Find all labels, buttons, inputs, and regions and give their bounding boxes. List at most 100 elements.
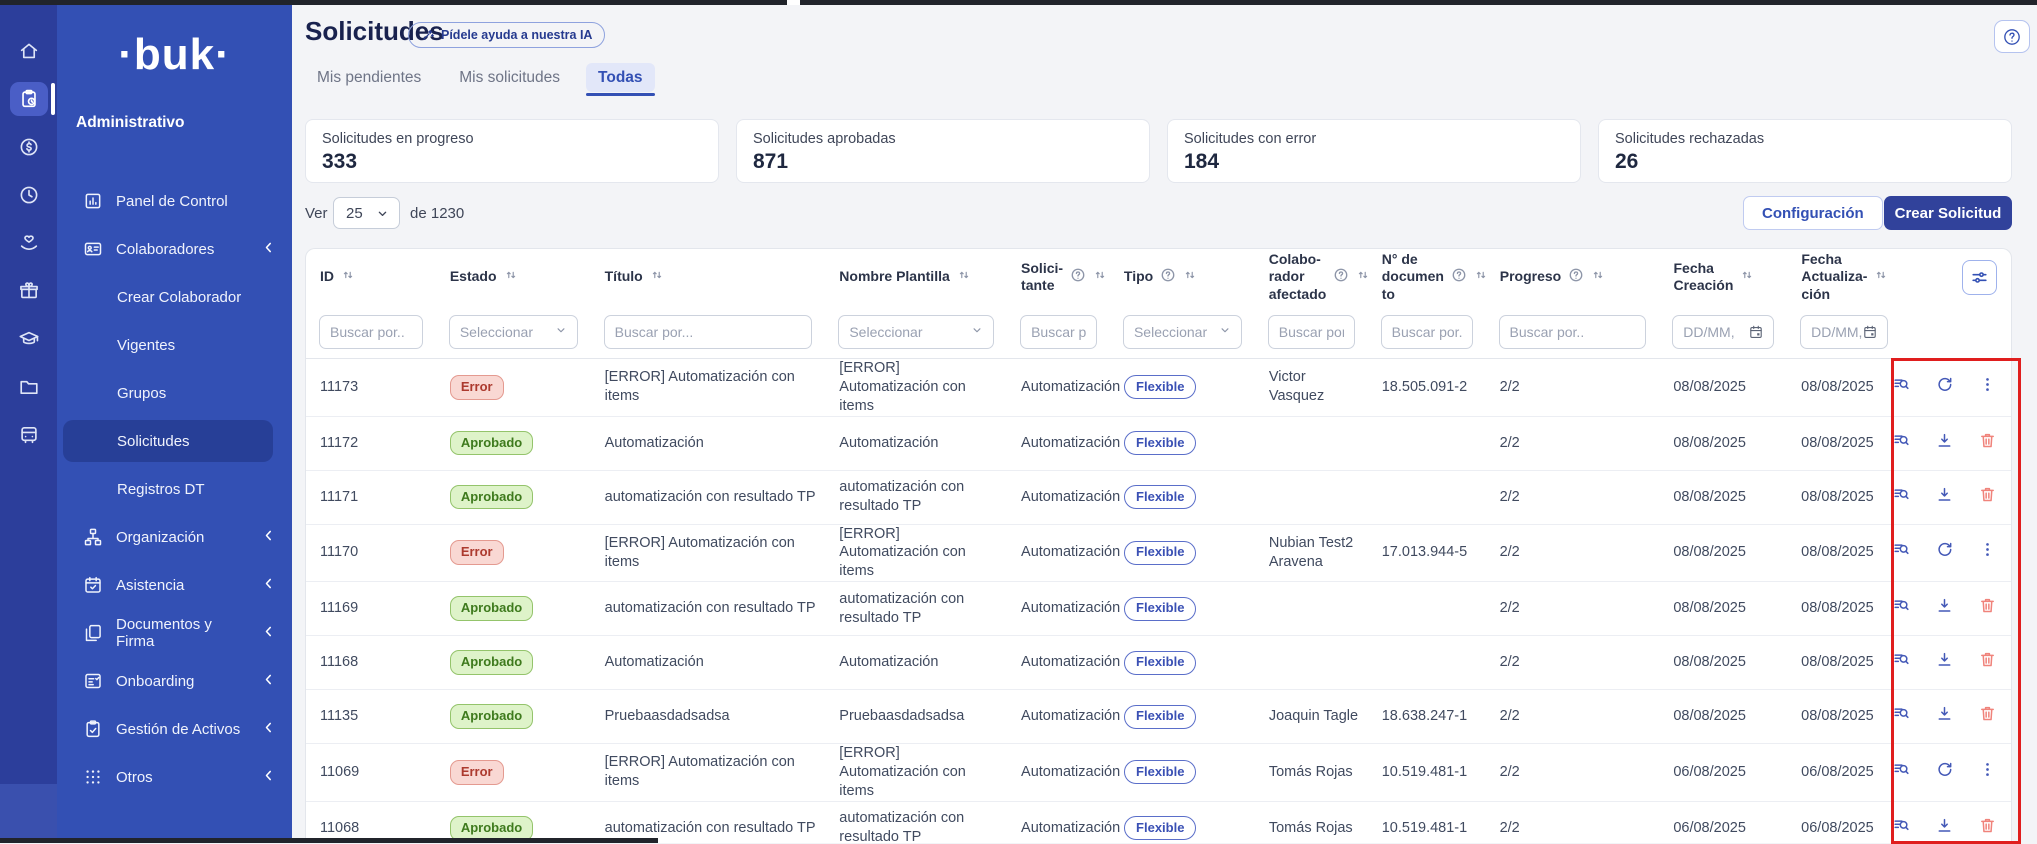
column-header-nombre-plantilla[interactable]: Nombre Plantilla [825,268,1007,286]
rail-item-gift[interactable] [10,274,48,308]
rail-item-home[interactable] [10,34,48,68]
column-header-solici-tante[interactable]: Solici- tante [1007,260,1110,294]
sort-icon[interactable] [650,268,664,282]
kebab-action-button[interactable] [1978,375,1997,400]
create-request-button[interactable]: Crear Solicitud [1884,196,2012,230]
rail-item-bus[interactable] [10,418,48,452]
tab-todas[interactable]: Todas [586,63,655,92]
sort-icon[interactable] [1093,268,1107,282]
filter-input-col-6[interactable] [1268,315,1355,349]
filter-select-col-3[interactable]: Seleccionar [838,315,994,349]
column-header-fecha-actualiza-ci-n[interactable]: Fecha Actualiza- ción [1787,251,1901,302]
sidebar-item-asistencia[interactable]: Asistencia [57,561,292,609]
search-list-action-button[interactable] [1892,485,1911,510]
sort-icon[interactable] [1591,268,1605,282]
trash-action-button[interactable] [1978,816,1997,841]
trash-action-button[interactable] [1978,431,1997,456]
rail-item-hand-heart[interactable] [10,226,48,260]
filter-select-col-5[interactable]: Seleccionar [1123,315,1242,349]
rail-item-clipboard-clock[interactable] [10,82,48,116]
ai-help-button[interactable]: Pídele ayuda a nuestra IA [408,22,605,48]
filter-date-col-9[interactable]: DD/MM, [1672,315,1774,349]
question-icon[interactable] [1160,267,1176,283]
rail-item-coin[interactable] [10,130,48,164]
trash-action-button[interactable] [1978,704,1997,729]
sidebar-subitem-solicitudes[interactable]: Solicitudes [63,420,273,462]
rail-item-folder[interactable] [10,370,48,404]
sort-icon[interactable] [957,268,971,282]
kebab-action-button[interactable] [1978,540,1997,565]
sort-icon[interactable] [1183,268,1197,282]
table-cell: Aprobado [436,485,591,510]
rail-item-clock[interactable] [10,178,48,212]
filter-input-col-7[interactable] [1381,315,1473,349]
sidebar-item-documentos-y-firma[interactable]: Documentos y Firma [57,609,292,657]
sidebar-item-otros[interactable]: Otros [57,753,292,801]
refresh-action-button[interactable] [1935,375,1954,400]
sort-icon[interactable] [341,268,355,282]
help-button[interactable] [1994,20,2030,53]
download-action-button[interactable] [1935,816,1954,841]
stat-card: Solicitudes rechazadas26 [1598,119,2012,183]
sort-icon[interactable] [1740,268,1754,282]
page-size-select[interactable]: 25 [333,197,400,229]
search-list-action-button[interactable] [1892,650,1911,675]
question-icon[interactable] [1070,267,1086,283]
filter-input-col-2[interactable] [604,315,813,349]
column-header-t-tulo[interactable]: Título [591,268,826,286]
download-action-button[interactable] [1935,650,1954,675]
sort-icon[interactable] [504,268,518,282]
sort-icon[interactable] [1874,268,1888,282]
download-action-button[interactable] [1935,485,1954,510]
refresh-action-button[interactable] [1935,540,1954,565]
filter-input-col-4[interactable] [1020,315,1097,349]
download-action-button[interactable] [1935,596,1954,621]
column-header-estado[interactable]: Estado [436,268,591,286]
download-action-button[interactable] [1935,431,1954,456]
refresh-action-button[interactable] [1935,760,1954,785]
filter-input-col-8[interactable] [1499,315,1647,349]
column-header-id[interactable]: ID [306,268,436,286]
sidebar-item-organizaci-n[interactable]: Organización [57,513,292,561]
column-header-colabo-rador-afectado[interactable]: Colabo- rador afectado [1255,251,1368,302]
filter-input-col-0[interactable] [319,315,423,349]
rail-item-graduation-cap[interactable] [10,322,48,356]
question-icon[interactable] [1568,267,1584,283]
cell-plantilla: [ERROR] Automatización con items [839,526,966,580]
sidebar-subitem-grupos[interactable]: Grupos [57,369,292,417]
trash-action-button[interactable] [1978,596,1997,621]
search-list-action-button[interactable] [1892,540,1911,565]
sidebar-item-onboarding[interactable]: Onboarding [57,657,292,705]
column-settings-button[interactable] [1962,260,1997,295]
search-list-action-button[interactable] [1892,704,1911,729]
filter-select-col-1[interactable]: Seleccionar [449,315,578,349]
column-header-progreso[interactable]: Progreso [1486,267,1660,287]
search-list-action-button[interactable] [1892,431,1911,456]
kebab-action-button[interactable] [1978,760,1997,785]
question-icon[interactable] [1451,267,1467,283]
search-list-action-button[interactable] [1892,596,1911,621]
download-action-button[interactable] [1935,704,1954,729]
trash-action-button[interactable] [1978,485,1997,510]
sidebar-item-colaboradores[interactable]: Colaboradores [57,225,292,273]
filter-date-col-10[interactable]: DD/MM, [1800,315,1888,349]
column-header-n-de-documen-to[interactable]: N° de documen to [1368,251,1486,302]
table-cell: 08/08/2025 [1787,599,1901,618]
cell-id: 11169 [320,600,358,616]
column-header-tipo[interactable]: Tipo [1110,267,1255,287]
column-header-fecha-creaci-n[interactable]: Fecha Creación [1660,260,1788,294]
search-list-action-button[interactable] [1892,375,1911,400]
search-list-action-button[interactable] [1892,816,1911,841]
sidebar-subitem-vigentes[interactable]: Vigentes [57,321,292,369]
question-icon[interactable] [1333,267,1349,283]
sidebar-item-panel-de-control[interactable]: Panel de Control [57,177,292,225]
column-label: Estado [450,268,497,285]
sidebar-subitem-crear-colaborador[interactable]: Crear Colaborador [57,273,292,321]
sidebar-item-gesti-n-de-activos[interactable]: Gestión de Activos [57,705,292,753]
trash-action-button[interactable] [1978,650,1997,675]
configuration-button[interactable]: Configuración [1743,196,1883,230]
tab-mis-pendientes[interactable]: Mis pendientes [305,63,433,92]
sidebar-subitem-registros-dt[interactable]: Registros DT [57,465,292,513]
search-list-action-button[interactable] [1892,760,1911,785]
tab-mis-solicitudes[interactable]: Mis solicitudes [447,63,572,92]
